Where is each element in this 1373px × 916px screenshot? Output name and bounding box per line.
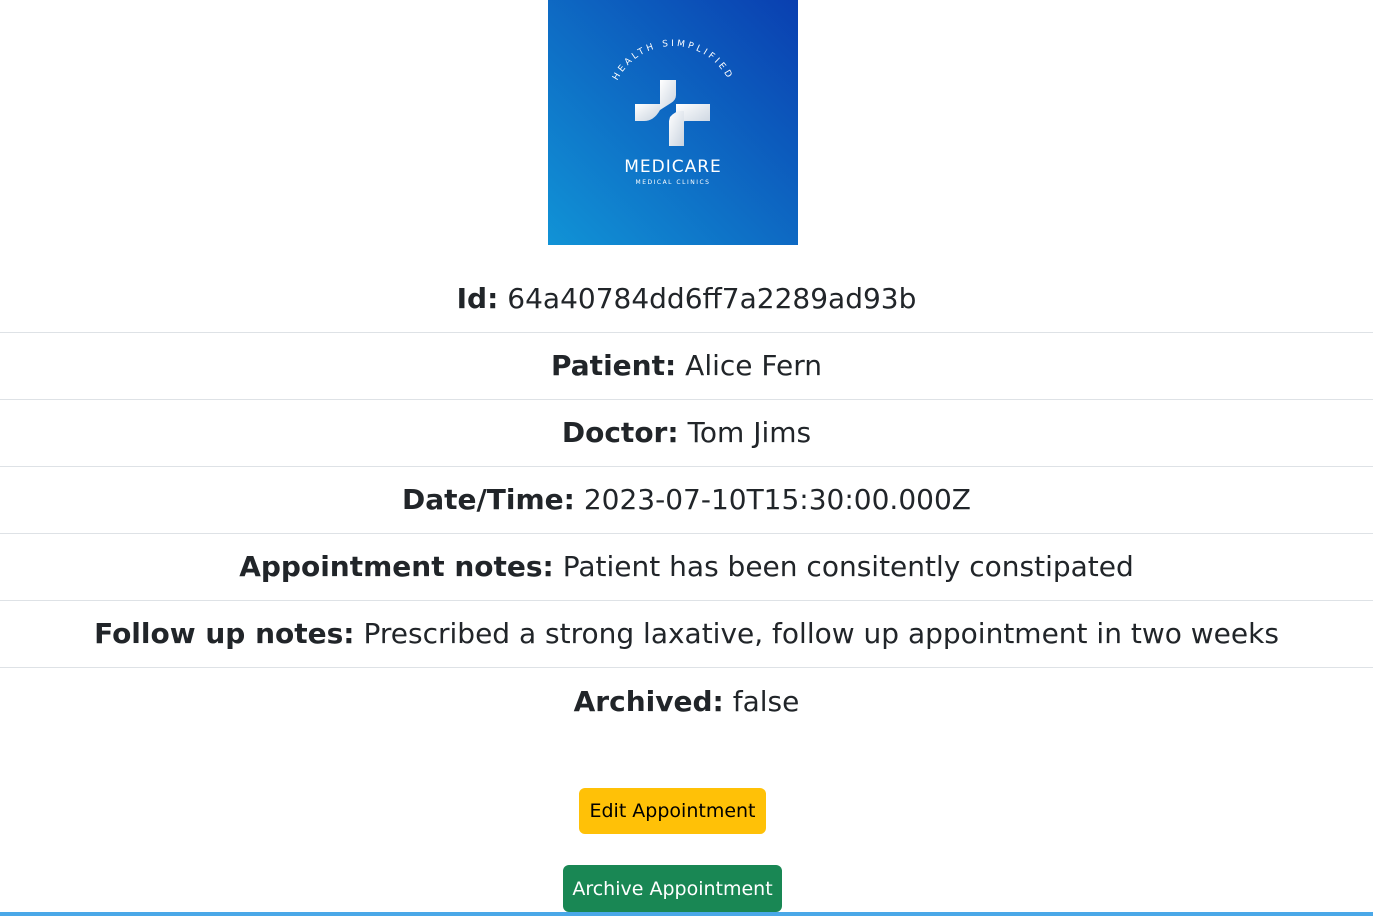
detail-row-datetime: Date/Time: 2023-07-10T15:30:00.000Z	[0, 467, 1373, 534]
detail-label: Archived:	[573, 684, 724, 718]
logo-name: MEDICARE	[624, 157, 722, 177]
appointment-details-list: Id: 64a40784dd6ff7a2289ad93b Patient: Al…	[0, 266, 1373, 735]
detail-label: Id:	[456, 282, 499, 315]
edit-appointment-button[interactable]: Edit Appointment	[579, 788, 766, 834]
detail-row-follow-up-notes: Follow up notes: Prescribed a strong lax…	[0, 601, 1373, 668]
detail-row-archived: Archived: false	[0, 668, 1373, 735]
detail-label: Appointment notes:	[239, 550, 554, 583]
medicare-logo: HEALTH SIMPLIFIED MEDICARE MEDICAL CLINI…	[548, 0, 798, 245]
detail-row-patient: Patient: Alice Fern	[0, 333, 1373, 400]
logo-subtitle: MEDICAL CLINICS	[636, 179, 711, 186]
detail-value: 64a40784dd6ff7a2289ad93b	[507, 282, 917, 315]
detail-row-doctor: Doctor: Tom Jims	[0, 400, 1373, 467]
detail-label: Doctor:	[561, 416, 679, 449]
appointment-detail-page: HEALTH SIMPLIFIED MEDICARE MEDICAL CLINI…	[0, 0, 1373, 916]
detail-row-appointment-notes: Appointment notes: Patient has been cons…	[0, 534, 1373, 601]
archive-appointment-button[interactable]: Archive Appointment	[563, 865, 782, 912]
detail-label: Patient:	[551, 349, 677, 382]
bottom-border	[0, 912, 1373, 916]
detail-label: Follow up notes:	[94, 617, 355, 650]
detail-value: Patient has been consitently constipated	[562, 550, 1134, 583]
detail-value: Alice Fern	[685, 349, 822, 382]
medicare-logo-image: HEALTH SIMPLIFIED MEDICARE MEDICAL CLINI…	[548, 0, 798, 245]
detail-label: Date/Time:	[402, 483, 575, 516]
detail-value: Tom Jims	[687, 416, 812, 449]
detail-value: 2023-07-10T15:30:00.000Z	[583, 483, 971, 516]
detail-value: false	[732, 684, 800, 718]
detail-row-id: Id: 64a40784dd6ff7a2289ad93b	[0, 266, 1373, 333]
detail-value: Prescribed a strong laxative, follow up …	[363, 617, 1279, 650]
